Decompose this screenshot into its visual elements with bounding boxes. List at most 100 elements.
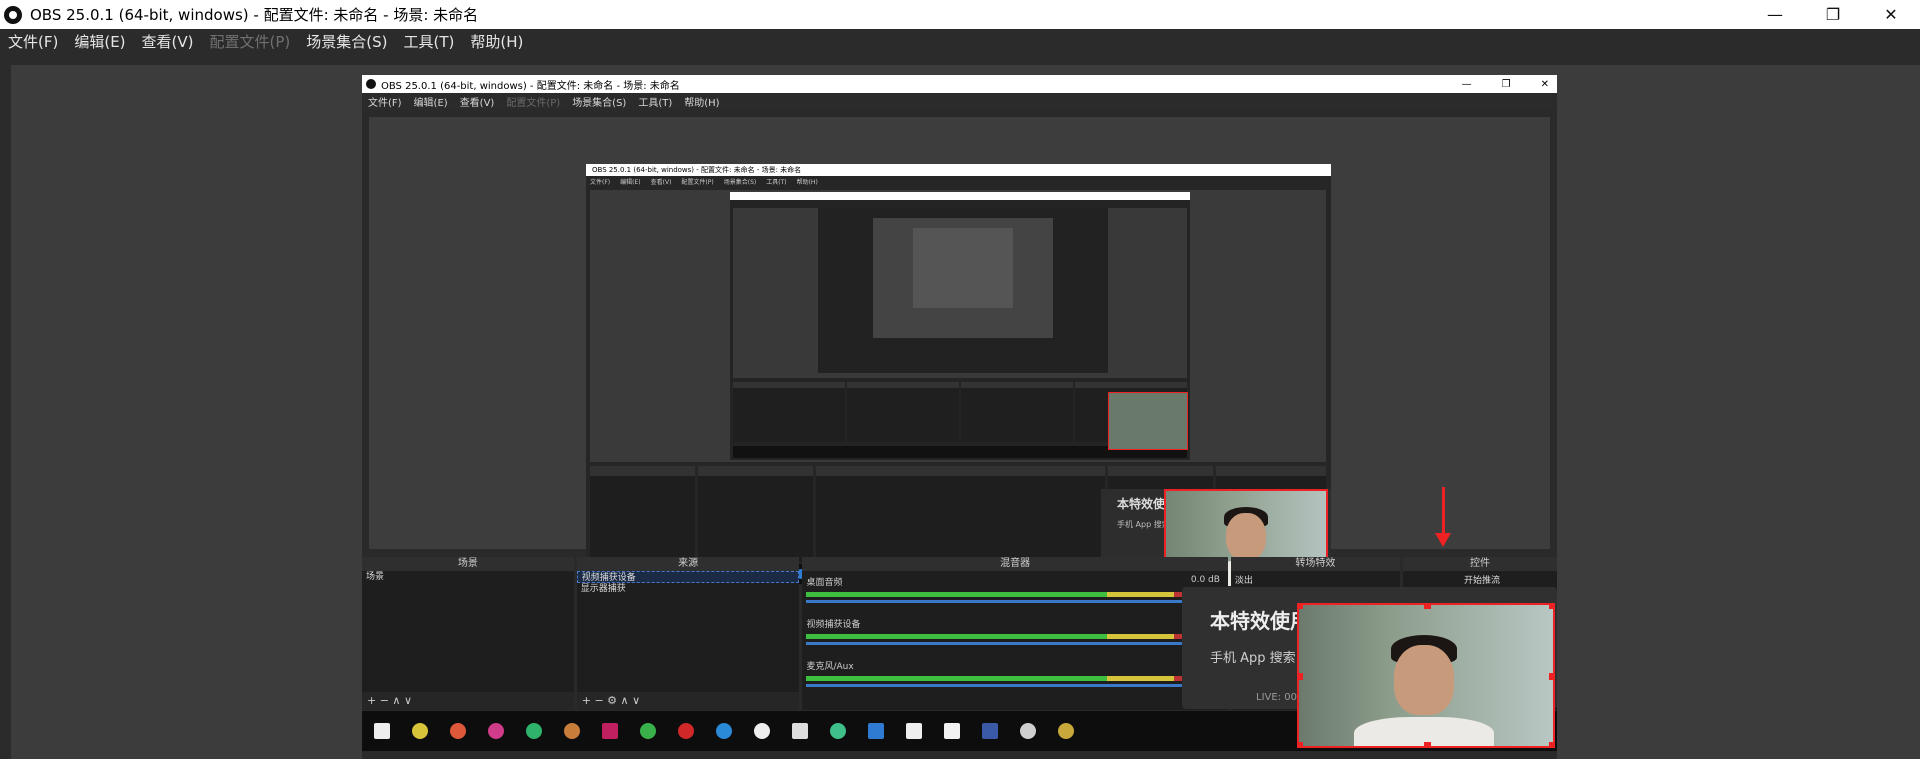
- nested-menu-profile: 配置文件(P): [506, 97, 561, 109]
- nested-mixer-channel-label: 视频捕获设备: [806, 620, 861, 630]
- nested-volume-meter: [806, 592, 1224, 597]
- resize-handle: [1549, 673, 1553, 680]
- annotation-arrow-head: [1435, 533, 1451, 547]
- nested-app-icon: [602, 723, 618, 739]
- avatar-face: [1394, 645, 1454, 715]
- resize-handle: [1549, 605, 1553, 609]
- resize-handle: [1549, 742, 1553, 746]
- nested-app-icon: [526, 723, 542, 739]
- nested-obs-logo-icon: [366, 79, 376, 89]
- resize-handle: [1299, 605, 1303, 609]
- captured-display: OBS 25.0.1 (64-bit, windows) - 配置文件: 未命名…: [362, 75, 1557, 759]
- nested-menu-bar: 文件(F) 编辑(E) 查看(V) 配置文件(P) 场景集合(S) 工具(T) …: [362, 93, 1557, 109]
- l2-menu-view: 查看(V): [650, 178, 672, 186]
- nested-app-icon: [412, 723, 428, 739]
- nested-app-icon: [1058, 723, 1074, 739]
- nested-window-title: OBS 25.0.1 (64-bit, windows) - 配置文件: 未命名…: [381, 80, 680, 92]
- menu-file[interactable]: 文件(F): [0, 29, 66, 55]
- l2-menu-file: 文件(F): [590, 178, 611, 186]
- l2-dock-scenes: [590, 466, 695, 562]
- l2-menu-edit: 编辑(E): [620, 178, 641, 186]
- nested-volume-slider: [806, 600, 1224, 603]
- l2-menu-bar: 文件(F) 编辑(E) 查看(V) 配置文件(P) 场景集合(S) 工具(T) …: [586, 176, 1331, 186]
- nested-window-controls: — ❐ ✕: [1462, 75, 1549, 93]
- nested-app-icon: [488, 723, 504, 739]
- nested-chat-icon: [754, 723, 770, 739]
- nested-maximize-icon: ❐: [1501, 78, 1511, 90]
- nested-obs-icon: [1020, 723, 1036, 739]
- minimize-button[interactable]: —: [1746, 0, 1804, 29]
- l2-menu-tools: 工具(T): [766, 178, 787, 186]
- recursive-capture-level-2: OBS 25.0.1 (64-bit, windows) - 配置文件: 未命名…: [586, 164, 1331, 586]
- nested-app-icon: [982, 723, 998, 739]
- menu-scene-collection[interactable]: 场景集合(S): [298, 29, 395, 55]
- recursive-capture-level-3: [730, 192, 1190, 460]
- menu-bar: 文件(F) 编辑(E) 查看(V) 配置文件(P) 场景集合(S) 工具(T) …: [0, 29, 1920, 55]
- l2-dock-sources: [697, 466, 813, 562]
- nested-edge-icon: [716, 723, 732, 739]
- window-title: OBS 25.0.1 (64-bit, windows) - 配置文件: 未命名…: [30, 6, 479, 24]
- overlay-subline: 手机 App 搜索：: [1210, 651, 1309, 666]
- nested-app-icon: [564, 723, 580, 739]
- window-controls: — ❐ ✕: [1746, 0, 1920, 29]
- nested-scenes-header: 场景: [362, 557, 574, 571]
- nested-vscode-icon: [868, 723, 884, 739]
- l3-preview: [733, 208, 1187, 378]
- menu-edit[interactable]: 编辑(E): [66, 29, 133, 55]
- nested-chrome-icon: [450, 723, 466, 739]
- l3-camera-source: [1108, 392, 1188, 450]
- nested-source-item: 显示器捕获: [580, 584, 626, 594]
- obs-logo-icon: [4, 5, 22, 24]
- nested-menu-help: 帮助(H): [684, 97, 720, 109]
- l3-dock: [961, 382, 1073, 442]
- nested-menu-tools: 工具(T): [638, 97, 673, 109]
- nested-menu-file: 文件(F): [368, 97, 402, 109]
- l2-menu-scene-collection: 场景集合(S): [723, 178, 757, 186]
- nested-mixer-channel-label: 桌面音频 0.0 dB: [806, 575, 1220, 588]
- l2-avatar-face: [1226, 513, 1266, 561]
- overlay-live-status: LIVE: 00: [1256, 692, 1297, 703]
- nested-sources-footer: + − ⚙ ∧ ∨: [576, 692, 800, 710]
- nested-minimize-icon: —: [1461, 78, 1472, 90]
- resize-handle: [1299, 673, 1303, 680]
- nested-music-icon: [678, 723, 694, 739]
- nested-wechat-icon: [640, 723, 656, 739]
- nested-volume-meter: [806, 634, 1224, 639]
- menu-help[interactable]: 帮助(H): [462, 29, 531, 55]
- nested-start-stream-button: 开始推流: [1463, 576, 1500, 586]
- nested-start-icon: [374, 723, 390, 739]
- l2-window-title: OBS 25.0.1 (64-bit, windows) - 配置文件: 未命名…: [592, 166, 802, 174]
- title-bar: OBS 25.0.1 (64-bit, windows) - 配置文件: 未命名…: [0, 0, 1920, 29]
- nested-menu-view: 查看(V): [459, 97, 495, 109]
- nested-transition-select: 淡出: [1234, 576, 1253, 586]
- nested-notion-icon: [792, 723, 808, 739]
- nested-mixer-header: 混音器: [802, 557, 1228, 571]
- nested-preview: OBS 25.0.1 (64-bit, windows) - 配置文件: 未命名…: [369, 117, 1550, 586]
- camera-source-selection: [1297, 603, 1555, 748]
- menu-tools[interactable]: 工具(T): [395, 29, 462, 55]
- l2-preview: [590, 190, 1326, 462]
- overlay-headline: 本特效使用: [1210, 609, 1310, 633]
- resize-handle: [1299, 742, 1303, 746]
- menu-view[interactable]: 查看(V): [134, 29, 202, 55]
- nested-scenes-footer: + − ∧ ∨: [362, 692, 574, 710]
- l3-title-bar: [730, 192, 1190, 200]
- nested-transitions-header: 转场特效: [1230, 557, 1400, 571]
- close-button[interactable]: ✕: [1862, 0, 1920, 29]
- recursive-capture-core: [873, 218, 1053, 338]
- nested-close-icon: ✕: [1540, 78, 1549, 90]
- annotation-arrow: [1442, 487, 1445, 537]
- nested-volume-slider: [806, 642, 1224, 645]
- nested-file-icon: [944, 723, 960, 739]
- l2-dock-mixer: [815, 466, 1106, 562]
- nested-app-icon: [906, 723, 922, 739]
- nested-dock-sources: 来源 视频捕获设备 显示器捕获 + − ⚙ ∧ ∨: [576, 557, 800, 710]
- nested-volume-slider: [806, 684, 1224, 687]
- nested-mixer-db: 0.0 dB: [1190, 575, 1220, 585]
- nested-scene-item: 场景: [366, 572, 385, 582]
- resize-handle: [1424, 605, 1431, 609]
- maximize-button[interactable]: ❐: [1804, 0, 1862, 29]
- nested-title-bar: OBS 25.0.1 (64-bit, windows) - 配置文件: 未命名…: [362, 75, 1557, 93]
- recursive-capture-level-4: [818, 208, 1108, 373]
- nested-source-item: 视频捕获设备: [576, 571, 800, 583]
